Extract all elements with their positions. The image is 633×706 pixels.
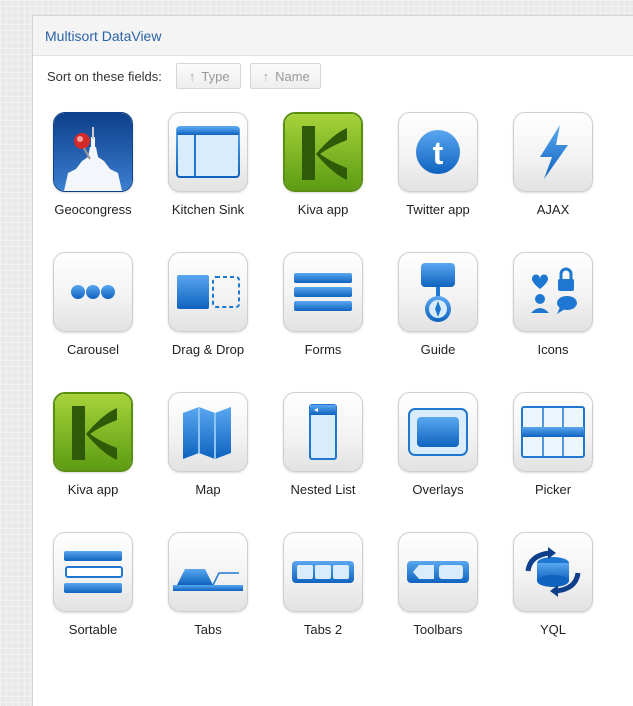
overlays-icon [398,392,478,472]
tabs-2-icon [283,532,363,612]
app-item-label: Twitter app [406,202,470,217]
app-item[interactable]: Nested List [268,392,383,532]
app-item-label: Overlays [412,482,464,497]
arrow-up-icon: ↑ [188,68,196,84]
sort-name-button[interactable]: ↑ Name [249,63,321,89]
sort-type-label: Type [201,68,230,84]
panel-title: Multisort DataView [45,28,162,44]
app-item[interactable]: Kiva app [268,112,383,252]
kiva-logo-icon [53,392,133,472]
app-item-label: YQL [539,622,566,637]
app-item[interactable]: Geocongress [38,112,153,252]
forms-icon [283,252,363,332]
yql-icon [513,532,593,612]
panel-header: Multisort DataView [33,16,633,56]
app-item-label: Guide [420,342,456,357]
app-item-label: Map [195,482,221,497]
app-item-label: Kiva app [67,482,119,497]
arrow-up-icon: ↑ [262,68,270,84]
map-icon [168,392,248,472]
app-item[interactable]: Forms [268,252,383,392]
app-item[interactable]: Picker [498,392,613,532]
icon-grid: Geocongress Kitchen Sink Kiva app t Twitt… [38,112,613,672]
app-item[interactable]: Tabs [153,532,268,672]
app-item-label: Geocongress [54,202,132,217]
app-item-label: Picker [534,482,572,497]
twitter-icon: t [398,112,478,192]
carousel-dots-icon [53,252,133,332]
app-item[interactable]: Tabs 2 [268,532,383,672]
app-item-label: Nested List [290,482,356,497]
app-item-label: Icons [537,342,569,357]
app-item[interactable]: Toolbars [383,532,498,672]
drag-drop-icon [168,252,248,332]
app-item-label: Carousel [66,342,120,357]
sort-type-button[interactable]: ↑ Type [175,63,241,89]
picker-icon [513,392,593,472]
app-item[interactable]: Guide [383,252,498,392]
toolbars-icon [398,532,478,612]
app-item[interactable]: Overlays [383,392,498,532]
app-item[interactable]: t Twitter app [383,112,498,252]
svg-text:t: t [433,135,444,171]
app-item[interactable]: Drag & Drop [153,252,268,392]
sort-toolbar: Sort on these fields: ↑ Type ↑ Name [47,62,330,90]
tabs-icon [168,532,248,612]
icons-icon [513,252,593,332]
app-item-label: Tabs 2 [303,622,343,637]
app-item[interactable]: YQL [498,532,613,672]
dataview-panel: Multisort DataView Sort on these fields:… [32,15,633,706]
sort-label: Sort on these fields: [47,68,162,84]
app-item-label: Forms [304,342,342,357]
app-item-label: Toolbars [413,622,463,637]
sort-name-label: Name [275,68,310,84]
app-item-label: Sortable [68,622,118,637]
window-icon [168,112,248,192]
app-item[interactable]: Icons [498,252,613,392]
guide-icon [398,252,478,332]
app-item-label: AJAX [536,202,570,217]
app-item[interactable]: Kiva app [38,392,153,532]
capitol-map-pin-icon [53,112,133,192]
app-item[interactable]: Carousel [38,252,153,392]
lightning-icon [513,112,593,192]
app-item[interactable]: Kitchen Sink [153,112,268,252]
app-item[interactable]: Map [153,392,268,532]
nested-list-icon [283,392,363,472]
app-item-label: Kiva app [297,202,349,217]
app-item[interactable]: AJAX [498,112,613,252]
app-item-label: Tabs [194,622,222,637]
sortable-icon [53,532,133,612]
kiva-logo-icon [283,112,363,192]
app-item[interactable]: Sortable [38,532,153,672]
app-item-label: Drag & Drop [171,342,245,357]
app-item-label: Kitchen Sink [171,202,245,217]
